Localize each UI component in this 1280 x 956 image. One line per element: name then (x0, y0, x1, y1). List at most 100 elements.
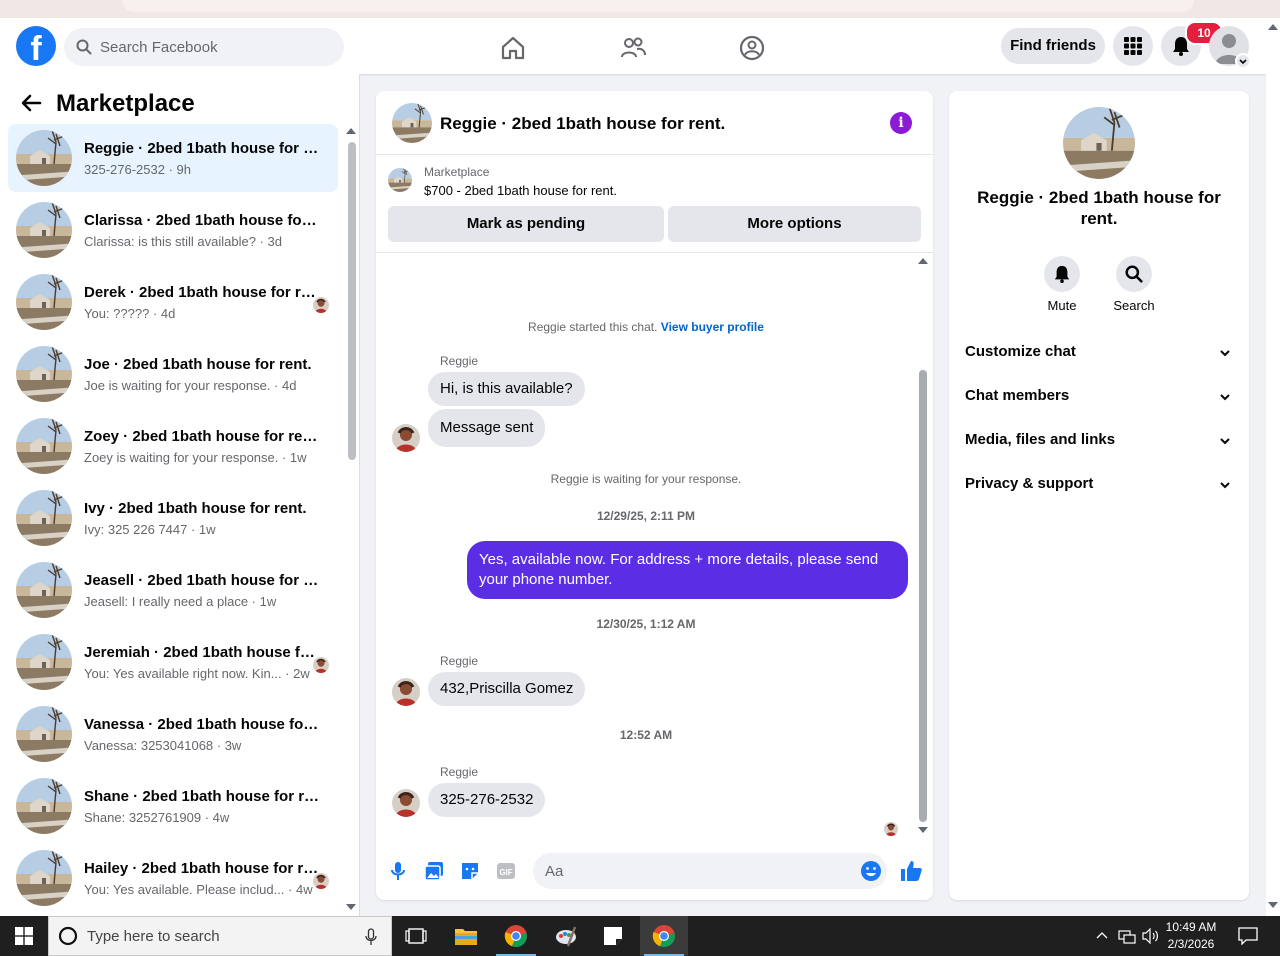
media-files-links-section[interactable]: Media, files and links (957, 419, 1241, 463)
sticky-notes-app[interactable] (590, 916, 638, 956)
listing-title[interactable]: $700 - 2bed 1bath house for rent. (424, 183, 617, 198)
seen-avatar (313, 657, 329, 673)
chat-members-section[interactable]: Chat members (957, 375, 1241, 419)
sender-avatar[interactable] (392, 789, 420, 817)
mark-as-pending-button[interactable]: Mark as pending (388, 206, 664, 242)
friends-icon[interactable] (619, 34, 647, 62)
conversation-preview: Clarissa: is this still available? · 3d (84, 234, 282, 249)
conversation-item[interactable]: Reggie · 2bed 1bath house for rent. 325-2… (8, 124, 338, 192)
network-icon[interactable] (1118, 928, 1136, 944)
microphone-icon[interactable] (387, 860, 409, 882)
mute-label: Mute (1047, 298, 1077, 313)
gif-icon[interactable]: GIF (495, 860, 517, 882)
message-timestamp: 12:52 AM (619, 728, 673, 742)
more-options-button[interactable]: More options (668, 206, 921, 242)
conversation-title: Zoey · 2bed 1bath house for rent. (84, 428, 320, 445)
marketplace-inbox: Marketplace Reggie · 2bed 1bath house fo… (0, 74, 360, 916)
conversation-item[interactable]: Shane · 2bed 1bath house for rent. Shane:… (8, 772, 338, 840)
clock-time: 10:49 AM (1165, 920, 1217, 934)
message-input[interactable] (545, 853, 845, 889)
message-composer: GIF (376, 846, 933, 900)
conversation-preview: Jeasell: I really need a place · 1w (84, 594, 277, 609)
task-view-button[interactable] (392, 916, 440, 956)
browser-address-bar[interactable] (122, 0, 1194, 12)
page-scrollbar[interactable] (1266, 18, 1280, 916)
listing-thumbnail (16, 490, 72, 546)
conversation-item[interactable]: Vanessa · 2bed 1bath house for rent. Vane… (8, 700, 338, 768)
action-center-icon[interactable] (1238, 927, 1258, 945)
conversation-item[interactable]: Jeasell · 2bed 1bath house for rent. Jeas… (8, 556, 338, 624)
menu-button[interactable] (1113, 26, 1153, 66)
search-in-chat-button[interactable]: Search (1104, 256, 1164, 313)
conversation-item[interactable]: Jeremiah · 2bed 1bath house for rent. You… (8, 628, 338, 696)
conversation-item[interactable]: Ivy · 2bed 1bath house for rent. Ivy: 325… (8, 484, 338, 552)
sender-avatar[interactable] (392, 678, 420, 706)
listing-thumbnail (16, 850, 72, 906)
chevron-down-icon (1220, 482, 1230, 489)
conversation-item[interactable]: Joe · 2bed 1bath house for rent. Joe is w… (8, 340, 338, 408)
conversation-item[interactable]: Derek · 2bed 1bath house for rent. You: ?… (8, 268, 338, 336)
listing-thumbnail (16, 634, 72, 690)
section-label: Privacy & support (965, 475, 1094, 492)
listing-thumbnail[interactable] (392, 103, 432, 143)
conversation-item[interactable]: Clarissa · 2bed 1bath house for rent. Cla… (8, 196, 338, 264)
thumbs-up-icon[interactable] (899, 859, 923, 883)
chat-scroll-thumb[interactable] (919, 370, 927, 822)
incoming-message[interactable]: Hi, is this available? (428, 372, 585, 406)
windows-start-icon[interactable] (15, 927, 33, 945)
privacy-support-section[interactable]: Privacy & support (957, 463, 1241, 507)
search-icon (1125, 265, 1143, 283)
emoji-icon[interactable] (860, 860, 882, 882)
conversation-item[interactable]: Zoey · 2bed 1bath house for rent. Zoey is… (8, 412, 338, 480)
info-icon[interactable]: i (890, 112, 912, 134)
windows-taskbar: 10:49 AM 2/3/2026 (0, 916, 1280, 956)
chevron-down-icon (1220, 350, 1230, 357)
paint-app[interactable] (542, 916, 590, 956)
chevron-up-icon[interactable] (1096, 930, 1108, 940)
chrome-icon (504, 925, 527, 948)
find-friends-button[interactable]: Find friends (1001, 28, 1105, 64)
file-explorer-app[interactable] (442, 916, 490, 956)
chat-title[interactable]: Reggie · 2bed 1bath house for rent. (440, 114, 725, 134)
search-facebook[interactable] (64, 28, 344, 66)
mute-button[interactable]: Mute (1032, 256, 1092, 313)
groups-icon[interactable] (738, 34, 766, 62)
listing-photo[interactable] (1063, 107, 1135, 179)
conversation-title: Jeremiah · 2bed 1bath house for rent. (84, 644, 320, 661)
sticky-notes-icon (604, 927, 622, 945)
system-clock[interactable]: 10:49 AM 2/3/2026 (1160, 919, 1222, 953)
clock-date: 2/3/2026 (1167, 937, 1215, 951)
chat-header: Reggie · 2bed 1bath house for rent. i (376, 91, 933, 155)
grid-menu-icon (1124, 37, 1142, 55)
chat-scroll-up[interactable] (918, 258, 928, 264)
taskbar-search[interactable] (48, 916, 392, 956)
photo-icon[interactable] (423, 860, 445, 882)
sticker-icon[interactable] (459, 860, 481, 882)
conversation-item[interactable]: Hailey · 2bed 1bath house for rent. You: … (8, 844, 338, 912)
microphone-icon[interactable] (365, 928, 377, 946)
chevron-down-icon (1220, 438, 1230, 445)
account-menu-chevron-icon[interactable] (1235, 53, 1251, 69)
chrome-app[interactable] (492, 916, 540, 956)
incoming-message[interactable]: 325-276-2532 (428, 783, 546, 817)
view-buyer-profile-link[interactable]: View buyer profile (661, 320, 764, 334)
volume-icon[interactable] (1142, 928, 1160, 944)
outgoing-message[interactable]: Yes, available now. For address + more d… (467, 541, 908, 599)
sender-avatar[interactable] (392, 424, 420, 452)
listing-thumbnail (16, 418, 72, 474)
customize-chat-section[interactable]: Customize chat (957, 331, 1241, 375)
paint-icon (556, 926, 577, 947)
facebook-logo-icon[interactable]: f (16, 26, 56, 66)
back-arrow-icon[interactable] (20, 92, 42, 114)
chat-scroll-down[interactable] (918, 827, 928, 833)
folder-icon (455, 929, 477, 945)
taskbar-search-input[interactable] (87, 917, 347, 955)
home-icon[interactable] (499, 34, 527, 62)
search-facebook-input[interactable] (100, 28, 330, 66)
chrome-app-current[interactable] (640, 916, 688, 956)
incoming-message[interactable]: Message sent (428, 409, 546, 447)
mute-bell-icon (1054, 265, 1070, 283)
conversation-list-scroll-thumb[interactable] (348, 142, 356, 460)
incoming-message[interactable]: 432,Priscilla Gomez (428, 672, 586, 706)
message-input-box[interactable] (533, 853, 887, 889)
